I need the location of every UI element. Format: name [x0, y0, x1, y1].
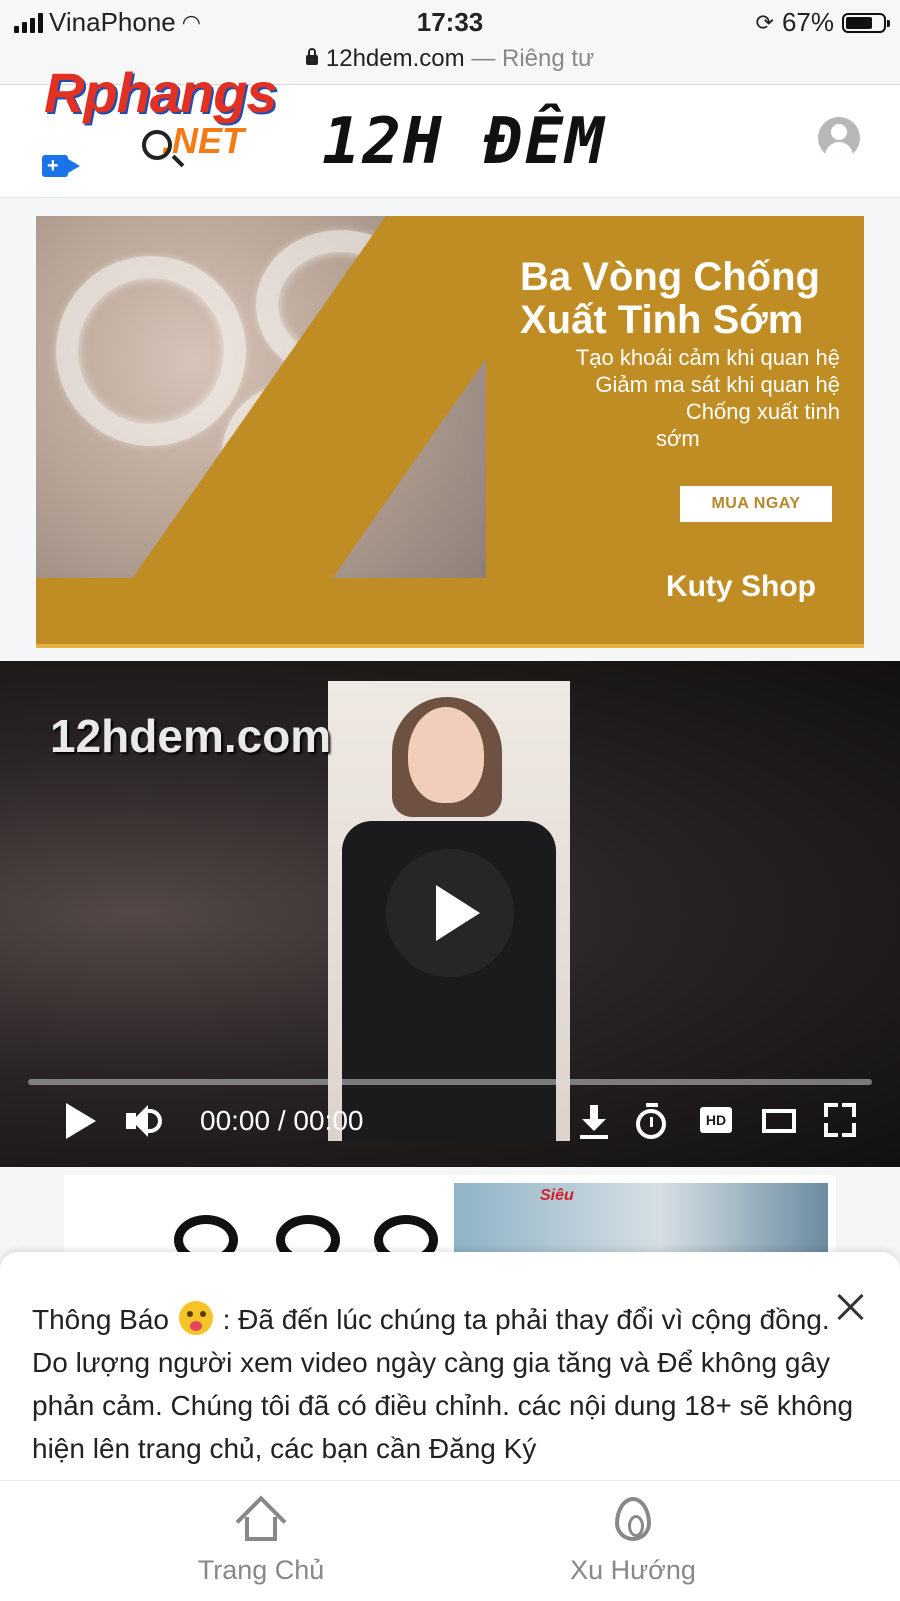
video-player[interactable]: 12hdem.com 00:00 / 00:00 HD	[0, 661, 900, 1167]
notice-text: Thông Báo : Đã đến lúc chúng ta phải tha…	[32, 1298, 862, 1470]
ad-product-ring	[276, 1215, 340, 1255]
bottom-navigation: Trang Chủ Xu Hướng	[0, 1480, 900, 1601]
url-domain: 12hdem.com	[325, 45, 465, 72]
play-icon[interactable]	[66, 1103, 96, 1139]
rotation-lock-icon: ⟳	[755, 9, 774, 35]
notice-label: Thông Báo	[32, 1304, 169, 1335]
play-button-large[interactable]	[386, 849, 514, 977]
brand-logo[interactable]: Rphangs .NET +	[42, 60, 312, 177]
ad-banner-secondary[interactable]: Siêu	[64, 1175, 836, 1255]
ad-secondary-tag: Siêu	[540, 1187, 574, 1204]
ad-banner[interactable]: Ba Vòng Chống Xuất Tinh Sớm Tạo khoái cả…	[36, 216, 864, 648]
search-icon[interactable]	[142, 130, 172, 160]
download-icon[interactable]	[580, 1103, 608, 1139]
ad-description: Tạo khoái cảm khi quan hệ Giảm ma sát kh…	[575, 345, 840, 451]
kiss-emoji-icon	[178, 1301, 213, 1335]
volume-icon[interactable]	[126, 1103, 162, 1139]
home-icon	[235, 1495, 287, 1547]
video-add-icon[interactable]: +	[42, 155, 80, 177]
video-progress-bar[interactable]	[28, 1079, 872, 1085]
battery-icon	[842, 12, 890, 33]
fire-icon	[615, 1497, 651, 1541]
nav-label-home: Trang Chủ	[197, 1555, 325, 1585]
ad-headline: Ba Vòng Chống Xuất Tinh Sớm	[520, 255, 820, 342]
url-privacy: — Riêng tư	[471, 45, 595, 72]
status-right: ⟳ 67%	[755, 7, 890, 38]
ad-product-ring	[374, 1215, 438, 1255]
ad-bottom-edge	[36, 644, 864, 648]
fullscreen-icon[interactable]	[824, 1103, 856, 1137]
timer-icon[interactable]	[636, 1103, 668, 1139]
theater-mode-icon[interactable]	[762, 1109, 796, 1133]
close-icon[interactable]	[836, 1292, 866, 1322]
ad-shop-name: Kuty Shop	[666, 570, 816, 603]
site-header: Rphangs .NET + 12H ĐÊM	[0, 61, 900, 198]
nav-item-home[interactable]: Trang Chủ	[111, 1481, 411, 1601]
ad-product-ring	[174, 1215, 238, 1255]
battery-percent: 67%	[781, 7, 834, 37]
video-controls: 00:00 / 00:00 HD	[0, 1091, 900, 1151]
nav-label-trending: Xu Hướng	[570, 1555, 696, 1585]
ad-product-photo	[36, 216, 486, 578]
notice-popup: Thông Báo : Đã đến lúc chúng ta phải tha…	[0, 1252, 900, 1500]
video-watermark: 12hdem.com	[50, 710, 332, 762]
buy-now-button[interactable]: MUA NGAY	[680, 486, 832, 522]
nav-item-trending[interactable]: Xu Hướng	[483, 1481, 783, 1601]
logo-text: Rphangs	[44, 61, 278, 124]
hd-quality-button[interactable]: HD	[700, 1107, 732, 1133]
site-title[interactable]: 12H ĐÊM	[322, 105, 606, 179]
ad-secondary-photo: Siêu	[454, 1183, 828, 1255]
video-time: 00:00 / 00:00	[200, 1105, 364, 1136]
user-account-icon[interactable]	[818, 117, 860, 159]
